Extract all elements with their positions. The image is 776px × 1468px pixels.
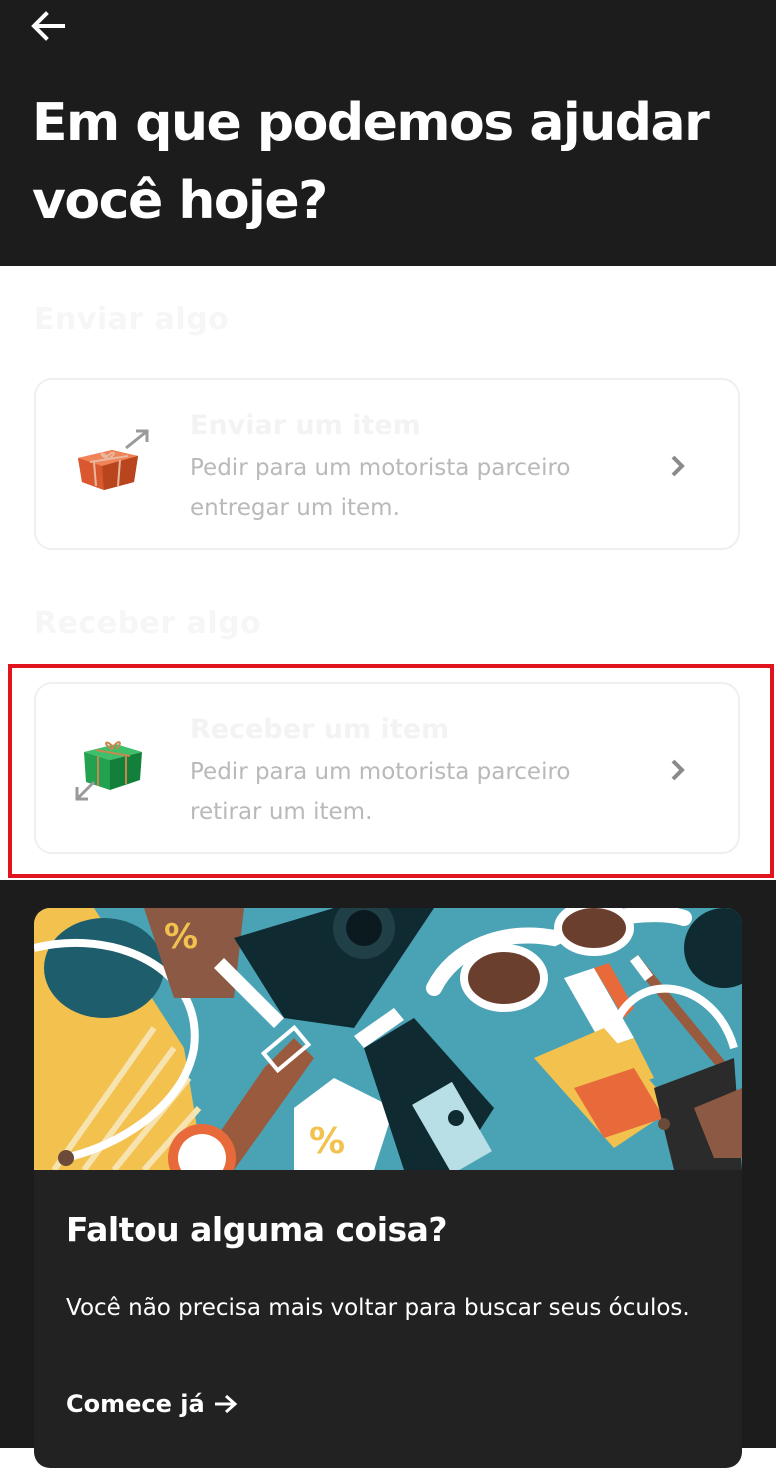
card-title: Enviar um item (190, 410, 421, 441)
arrow-right-icon (214, 1394, 237, 1414)
chevron-right-icon (671, 455, 685, 477)
promo-text: Você não precisa mais voltar para buscar… (66, 1295, 690, 1321)
promo-title: Faltou alguma coisa? (66, 1210, 448, 1249)
receive-item-card[interactable]: Receber um item Pedir para um motorista … (34, 682, 740, 854)
send-item-card[interactable]: Enviar um item Pedir para um motorista p… (34, 378, 740, 550)
card-title: Receber um item (190, 714, 450, 745)
svg-text:%: % (164, 917, 198, 957)
gift-box-send-icon (78, 429, 149, 490)
svg-text:%: % (309, 1121, 345, 1162)
card-description: Pedir para um motorista parceiro entrega… (190, 455, 571, 521)
page-title: Em que podemos ajudar você hoje? (32, 93, 710, 231)
chevron-right-icon (671, 759, 685, 781)
gift-box-receive-icon (75, 741, 142, 801)
promo-cta-label: Comece já (66, 1390, 205, 1418)
header: Em que podemos ajudar você hoje? (0, 0, 776, 266)
arrow-left-icon (31, 11, 65, 41)
shopping-items-illustration: % % (34, 908, 742, 1170)
section-label-send: Enviar algo (34, 302, 230, 337)
section-label-receive: Receber algo (34, 606, 262, 641)
promo-cta-link[interactable]: Comece já (66, 1390, 239, 1418)
back-button[interactable] (28, 6, 68, 46)
promo-card[interactable]: % % Faltou alguma coisa? Você não precis… (34, 908, 742, 1468)
card-description: Pedir para um motorista parceiro retirar… (190, 759, 571, 825)
